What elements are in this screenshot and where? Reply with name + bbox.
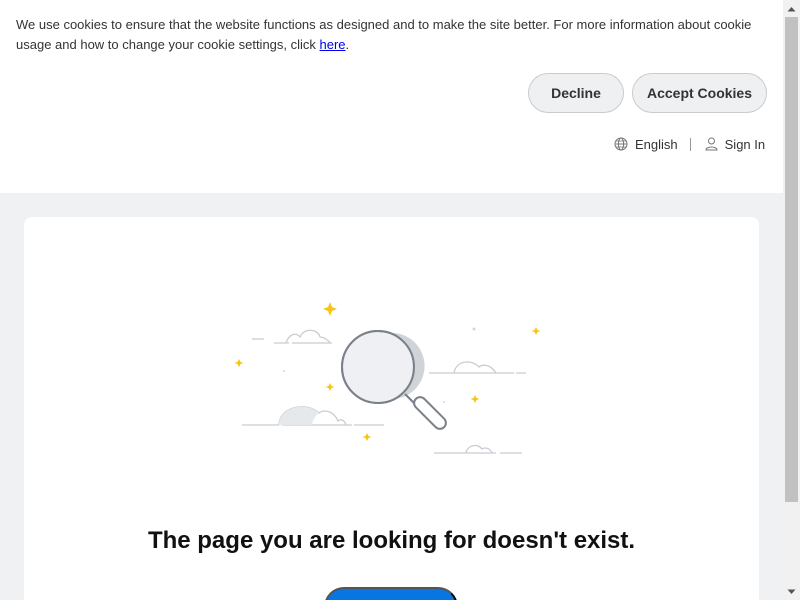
error-message: The page you are looking for doesn't exi…: [147, 527, 636, 554]
scroll-up-arrow[interactable]: [783, 0, 800, 17]
error-card: The page you are looking for doesn't exi…: [24, 217, 759, 600]
globe-icon: [614, 137, 628, 151]
cookie-message: We use cookies to ensure that the websit…: [16, 17, 752, 52]
header-area: We use cookies to ensure that the websit…: [0, 0, 783, 193]
scrollbar-thumb[interactable]: [785, 17, 798, 502]
magnifying-glass-icon: [234, 302, 541, 454]
header-nav: English Sign In: [614, 135, 765, 153]
accept-cookies-button[interactable]: Accept Cookies: [632, 73, 767, 113]
cookie-message-suffix: .: [345, 37, 350, 52]
sign-in-link[interactable]: Sign In: [705, 137, 765, 152]
home-button[interactable]: [324, 587, 458, 600]
cookie-banner-text: We use cookies to ensure that the websit…: [16, 15, 771, 55]
nav-divider: [689, 137, 691, 151]
cookie-settings-link[interactable]: here: [320, 37, 346, 52]
scroll-down-arrow[interactable]: [783, 583, 800, 600]
sign-in-label: Sign In: [724, 136, 766, 152]
language-label: English: [635, 136, 678, 152]
decline-button[interactable]: Decline: [528, 73, 624, 113]
user-icon: [705, 137, 718, 151]
vertical-scrollbar[interactable]: [783, 0, 800, 600]
language-selector[interactable]: English: [614, 137, 678, 152]
